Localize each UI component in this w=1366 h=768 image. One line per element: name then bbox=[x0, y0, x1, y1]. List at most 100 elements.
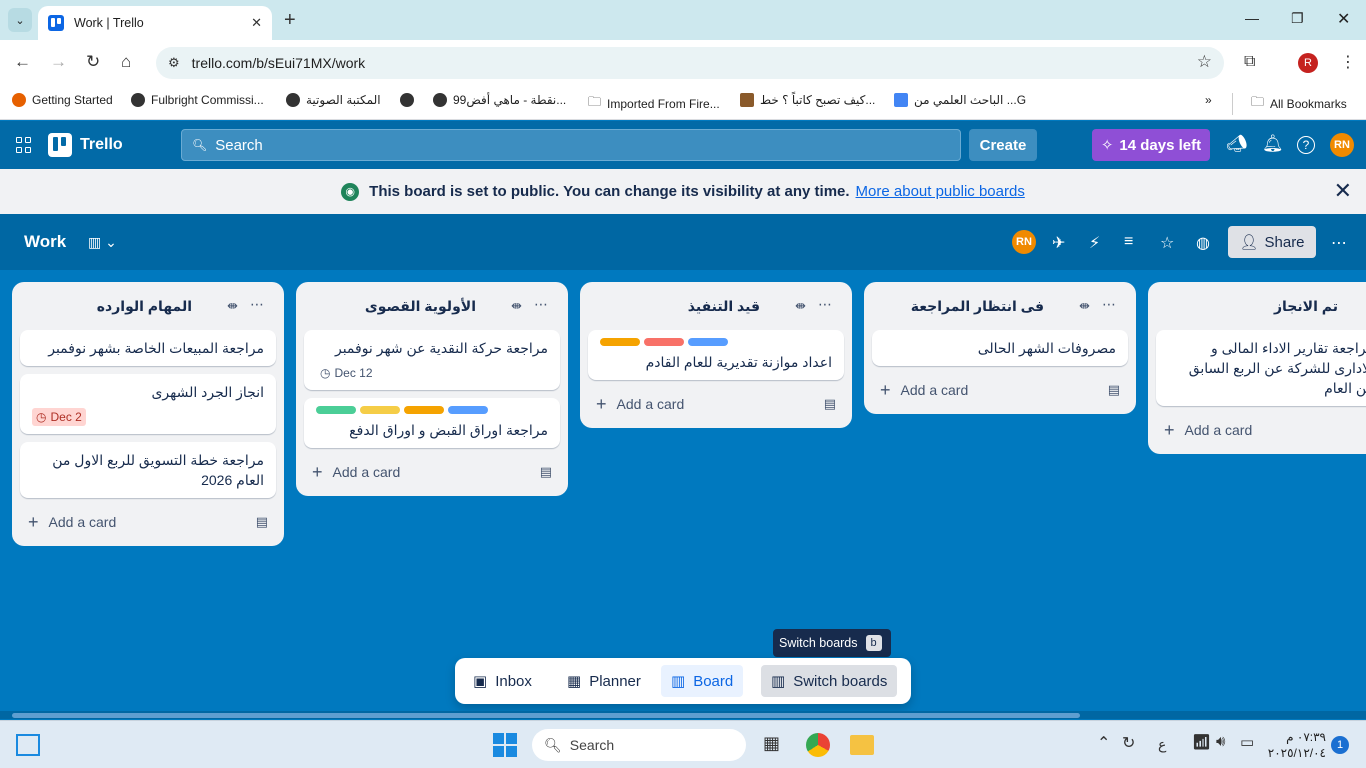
restore-icon[interactable]: ❐ bbox=[1291, 10, 1304, 27]
app-switcher-icon[interactable] bbox=[16, 137, 32, 153]
bookmark-item[interactable]: Fulbright Commissi... bbox=[131, 93, 264, 107]
filter-icon[interactable]: ≡ bbox=[1124, 233, 1133, 251]
notification-badge[interactable]: 1 bbox=[1331, 736, 1349, 754]
add-card-button[interactable]: + Add a card ▤ bbox=[872, 374, 1128, 406]
banner-link[interactable]: More about public boards bbox=[856, 183, 1025, 200]
extensions-puzzle-icon[interactable]: ⧉ bbox=[1244, 53, 1255, 71]
window-close-icon[interactable]: ✕ bbox=[1337, 9, 1350, 29]
windows-start-icon[interactable] bbox=[493, 733, 517, 757]
back-arrow-icon[interactable]: ← bbox=[14, 52, 31, 72]
automation-bolt-icon[interactable]: ⚡︎ bbox=[1089, 233, 1100, 253]
power-ups-rocket-icon[interactable]: ✈ bbox=[1052, 233, 1065, 253]
list-title[interactable]: المهام الوارده bbox=[97, 298, 192, 315]
reload-icon[interactable]: ↻ bbox=[86, 52, 100, 72]
bookmarks-overflow-icon[interactable]: » bbox=[1205, 93, 1212, 107]
member-avatar[interactable]: RN bbox=[1330, 133, 1354, 157]
list-title[interactable]: فى انتظار المراجعة bbox=[911, 298, 1044, 315]
list-title[interactable]: الأولوية القصوى bbox=[365, 298, 476, 315]
list-menu-icon[interactable]: ⋯ bbox=[818, 296, 832, 313]
site-settings-icon[interactable]: ⚙ bbox=[168, 55, 180, 71]
list-menu-icon[interactable]: ⋯ bbox=[250, 296, 264, 313]
all-bookmarks[interactable]: 🗀 All Bookmarks bbox=[1232, 93, 1347, 115]
planner-tab[interactable]: ▦ Planner bbox=[557, 665, 651, 697]
create-button[interactable]: Create bbox=[969, 129, 1037, 161]
profile-avatar[interactable]: R bbox=[1298, 53, 1318, 73]
file-explorer-icon[interactable] bbox=[850, 735, 874, 755]
board-horizontal-scrollbar[interactable] bbox=[0, 711, 1366, 719]
update-icon[interactable]: ↻ bbox=[1122, 733, 1135, 753]
card-template-icon[interactable]: ▤ bbox=[540, 464, 552, 480]
switch-boards-button[interactable]: ▥ Switch boards bbox=[761, 665, 898, 697]
bookmark-item[interactable]: المكتبة الصوتية bbox=[286, 93, 381, 107]
search-input[interactable]: 🔍︎ Search bbox=[181, 129, 961, 161]
bookmark-item[interactable] bbox=[400, 93, 414, 107]
home-icon[interactable]: ⌂ bbox=[121, 52, 131, 72]
minimize-icon[interactable]: — bbox=[1245, 10, 1259, 26]
card[interactable]: انجاز الجرد الشهرى ◷ Dec 2 bbox=[20, 374, 276, 434]
card-labels[interactable] bbox=[600, 338, 832, 346]
input-language[interactable]: ع bbox=[1158, 736, 1166, 753]
board-view-switcher-icon[interactable]: ▥ ⌄ bbox=[88, 234, 117, 251]
bookmark-item[interactable]: 99نقطة - ماهي أفض... bbox=[433, 93, 566, 107]
trello-logo[interactable]: Trello bbox=[48, 133, 123, 157]
trial-button[interactable]: ✧ 14 days left bbox=[1092, 129, 1210, 161]
board-menu-icon[interactable]: ⋯ bbox=[1331, 233, 1347, 253]
add-card-button[interactable]: + Add a card ▤ bbox=[20, 506, 276, 538]
taskbar-search[interactable]: 🔍︎ Search bbox=[532, 729, 746, 761]
card[interactable]: مراجعة حركة النقدية عن شهر نوفمبر ◷ Dec 1… bbox=[304, 330, 560, 390]
wifi-icon[interactable]: 📶︎ bbox=[1192, 733, 1211, 751]
list-menu-icon[interactable]: ⋯ bbox=[1102, 296, 1116, 313]
board-tab[interactable]: ▥ Board bbox=[661, 665, 744, 697]
scrollbar-thumb[interactable] bbox=[12, 713, 1080, 718]
star-board-icon[interactable]: ☆ bbox=[1160, 233, 1174, 253]
visibility-globe-icon[interactable]: ◍ bbox=[1196, 233, 1210, 253]
list-title[interactable]: تم الانجاز bbox=[1274, 298, 1338, 315]
collapse-list-icon[interactable]: ⇼ bbox=[1079, 298, 1090, 314]
chrome-icon[interactable] bbox=[806, 733, 830, 757]
forward-arrow-icon[interactable]: → bbox=[50, 52, 67, 72]
add-card-button[interactable]: + Add a card ▤ bbox=[304, 456, 560, 488]
help-icon[interactable]: ? bbox=[1297, 136, 1315, 154]
bookmark-star-icon[interactable]: ☆ bbox=[1197, 52, 1212, 72]
card[interactable]: مراجعة اوراق القبض و اوراق الدفع bbox=[304, 398, 560, 448]
collapse-list-icon[interactable]: ⇼ bbox=[511, 298, 522, 314]
board-member-avatar[interactable]: RN bbox=[1012, 230, 1036, 254]
board-title[interactable]: Work bbox=[24, 232, 66, 252]
card-template-icon[interactable]: ▤ bbox=[256, 514, 268, 530]
add-card-button[interactable]: + Add a card bbox=[1156, 414, 1358, 446]
browser-menu-icon[interactable]: ⋮ bbox=[1340, 52, 1356, 72]
card-labels[interactable] bbox=[316, 406, 548, 414]
show-hidden-icons-chevron[interactable]: ⌃ bbox=[1097, 733, 1110, 753]
address-bar[interactable]: ⚙ trello.com/b/sEui71MX/work ☆ bbox=[156, 47, 1224, 79]
volume-icon[interactable]: 🔊︎ bbox=[1216, 733, 1225, 750]
card[interactable]: مراجعة المبيعات الخاصة بشهر نوفمبر bbox=[20, 330, 276, 366]
calculator-icon[interactable]: ▦ bbox=[763, 733, 780, 754]
inbox-tab[interactable]: ▣ Inbox bbox=[463, 665, 542, 697]
battery-icon[interactable]: ▭ bbox=[1240, 733, 1254, 751]
add-card-button[interactable]: + Add a card ▤ bbox=[588, 388, 844, 420]
card-template-icon[interactable]: ▤ bbox=[1108, 382, 1120, 398]
list-title[interactable]: قيد التنفيذ bbox=[688, 298, 760, 315]
bookmark-item[interactable]: كيف تصبح كاتباً ؟ خط... bbox=[740, 93, 875, 107]
collapse-list-icon[interactable]: ⇼ bbox=[795, 298, 806, 314]
card[interactable]: مراجعة تقارير الاداء المالى و الادارى لل… bbox=[1156, 330, 1366, 406]
card[interactable]: اعداد موازنة تقديرية للعام القادم bbox=[588, 330, 844, 380]
tab-search-chevron-icon[interactable]: ⌄ bbox=[8, 8, 32, 32]
card[interactable]: مصروفات الشهر الحالى bbox=[872, 330, 1128, 366]
tab-close-icon[interactable]: ✕ bbox=[251, 15, 262, 31]
card-template-icon[interactable]: ▤ bbox=[824, 396, 836, 412]
bell-icon[interactable]: 🔔︎ bbox=[1262, 134, 1284, 154]
bookmark-folder[interactable]: 🗀 Imported From Fire... bbox=[588, 93, 720, 115]
list-menu-icon[interactable]: ⋯ bbox=[534, 296, 548, 313]
bookmark-item[interactable]: Getting Started bbox=[12, 93, 113, 107]
due-date-badge[interactable]: ◷ Dec 2 bbox=[32, 408, 86, 426]
card[interactable]: مراجعة خطة التسويق للربع الاول من العام … bbox=[20, 442, 276, 498]
widgets-icon[interactable] bbox=[16, 734, 40, 756]
browser-tab[interactable]: Work | Trello ✕ bbox=[38, 6, 272, 40]
date-badge[interactable]: ◷ Dec 12 bbox=[316, 364, 377, 382]
taskbar-clock[interactable]: ٠٧:٣٩ م ٢٠٢٥/١٢/٠٤ bbox=[1268, 729, 1326, 761]
bookmark-item[interactable]: الباحث العلمي من ...G bbox=[894, 93, 1026, 107]
share-button[interactable]: 👤︎ Share bbox=[1228, 226, 1316, 258]
banner-close-icon[interactable]: ✕ bbox=[1334, 178, 1352, 204]
new-tab-plus-icon[interactable]: + bbox=[284, 9, 296, 32]
